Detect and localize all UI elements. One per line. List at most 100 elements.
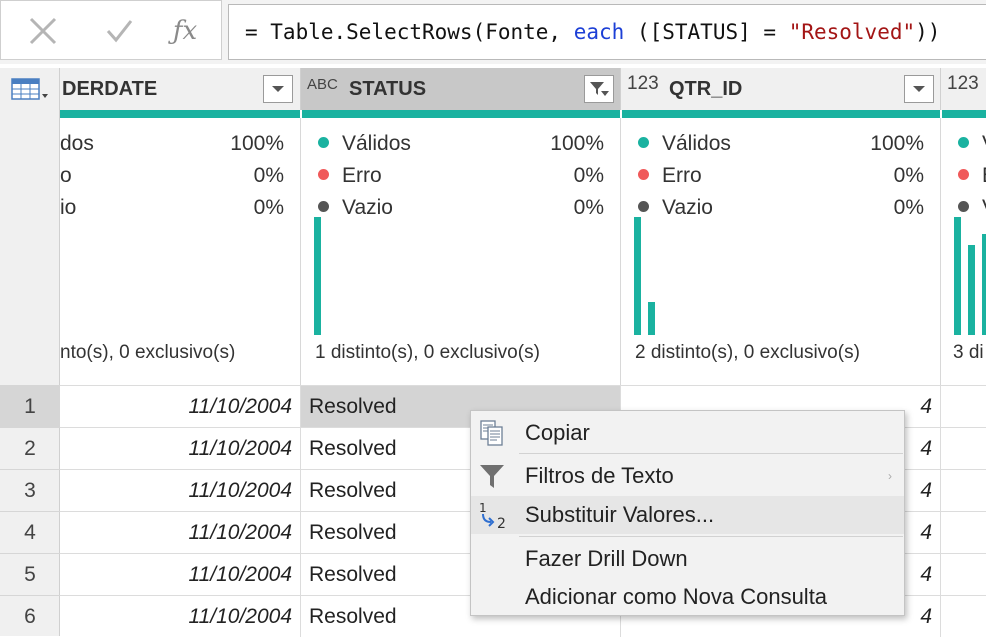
text-type-icon[interactable]: ABC: [307, 72, 338, 95]
column-dropdown-button[interactable]: [263, 75, 293, 103]
cell-orderdate[interactable]: 11/10/2004: [60, 553, 301, 595]
cell-next[interactable]: [941, 427, 986, 469]
distinct-count: 2 distinto(s), 0 exclusivo(s): [635, 342, 860, 363]
close-icon: [29, 17, 57, 45]
row-number[interactable]: 5: [0, 553, 60, 595]
row-number[interactable]: 3: [0, 469, 60, 511]
context-menu-item[interactable]: Filtros de Texto ›: [471, 457, 904, 495]
context-menu-item[interactable]: Fazer Drill Down: [471, 540, 904, 578]
fx-button[interactable]: ƒx: [161, 7, 209, 55]
column-header-next[interactable]: 123: [941, 68, 986, 110]
empty-row: V: [958, 192, 986, 224]
formula-middle: ([STATUS] =: [624, 20, 789, 44]
empty-label: io: [60, 196, 77, 219]
column-header-status[interactable]: ABC STATUS: [301, 68, 621, 110]
row-number[interactable]: 1: [0, 385, 60, 427]
table-icon: [11, 78, 48, 100]
valid-percent: 100%: [550, 132, 604, 155]
column-filter-button[interactable]: [584, 75, 614, 103]
context-menu-item-label: Adicionar como Nova Consulta: [525, 584, 828, 609]
chevron-down-icon: [272, 86, 284, 92]
histogram-bar[interactable]: [314, 217, 321, 335]
error-dot-icon: [638, 168, 649, 180]
column-header-orderdate[interactable]: DERDATE: [60, 68, 301, 110]
formula-input[interactable]: = Table.SelectRows(Fonte, each ([STATUS]…: [228, 4, 986, 60]
svg-text:2: 2: [497, 516, 506, 530]
histogram-bar[interactable]: [982, 234, 986, 335]
cell-orderdate[interactable]: 11/10/2004: [60, 427, 301, 469]
valid-percent: 100%: [870, 132, 924, 155]
svg-text:1: 1: [479, 501, 487, 515]
copy-icon: [477, 418, 511, 448]
cell-next[interactable]: [941, 553, 986, 595]
empty-row: Vazio: [638, 192, 713, 224]
formula-keyword: each: [573, 20, 625, 44]
distinct-count: 1 distinto(s), 0 exclusivo(s): [315, 342, 540, 363]
empty-row: Vazio: [318, 192, 393, 224]
valid-dot-icon: [318, 136, 329, 148]
distinct-count: nto(s), 0 exclusivo(s): [60, 342, 236, 363]
empty-dot-icon: [318, 200, 329, 212]
valid-label: Válidos: [342, 132, 411, 155]
quality-bar-orderdate: [60, 110, 300, 118]
column-title: QTR_ID: [669, 78, 743, 100]
valid-row: Válidos: [638, 128, 731, 160]
empty-label: Vazio: [342, 196, 393, 219]
filter-icon: [477, 461, 511, 491]
histogram-bar[interactable]: [954, 217, 961, 335]
row-number[interactable]: 6: [0, 595, 60, 637]
column-dropdown-button[interactable]: [904, 75, 934, 103]
error-label: Erro: [342, 164, 382, 187]
cell-orderdate[interactable]: 11/10/2004: [60, 511, 301, 553]
menu-separator: [519, 453, 903, 454]
column-title: DERDATE: [62, 78, 158, 100]
cancel-formula-button[interactable]: [19, 7, 67, 55]
cell-next[interactable]: [941, 469, 986, 511]
cell-next[interactable]: [941, 595, 986, 637]
formula-buttons: ƒx: [0, 0, 222, 60]
histogram-bar[interactable]: [634, 217, 641, 335]
error-percent: 0%: [253, 164, 284, 187]
empty-dot-icon: [958, 200, 969, 212]
context-menu-item-label: Copiar: [525, 420, 590, 445]
menu-separator: [519, 536, 903, 537]
row-number[interactable]: 2: [0, 427, 60, 469]
table-menu-button[interactable]: [11, 77, 51, 108]
column-title: STATUS: [349, 78, 427, 100]
cell-next[interactable]: [941, 511, 986, 553]
cell-orderdate[interactable]: 11/10/2004: [60, 469, 301, 511]
histogram-bar[interactable]: [968, 245, 975, 335]
column-profile-qtr-id: Válidos 100% Erro 0% Vazio 0% 2 distinto…: [621, 118, 941, 385]
context-menu-item[interactable]: Copiar: [471, 414, 904, 452]
column-profile-next: V E V 3 di: [941, 118, 986, 385]
valid-percent: 100%: [230, 132, 284, 155]
empty-dot-icon: [638, 200, 649, 212]
cell-orderdate[interactable]: 11/10/2004: [60, 385, 301, 427]
filter-active-icon: [590, 82, 609, 96]
cell-orderdate[interactable]: 11/10/2004: [60, 595, 301, 637]
formula-suffix: )): [915, 20, 941, 44]
confirm-formula-button[interactable]: [95, 7, 143, 55]
cell-next[interactable]: [941, 385, 986, 427]
submenu-arrow-icon: ›: [888, 469, 892, 483]
valid-label: Válidos: [662, 132, 731, 155]
column-profile-status: Válidos 100% Erro 0% Vazio 0% 1 distinto…: [301, 118, 621, 385]
empty-percent: 0%: [573, 196, 604, 219]
histogram-bar[interactable]: [648, 302, 655, 335]
valid-label: dos: [60, 132, 94, 155]
error-dot-icon: [318, 168, 329, 180]
empty-label: V: [982, 196, 986, 219]
quality-bar-next: [942, 110, 986, 118]
formula-string: "Resolved": [788, 20, 916, 44]
error-label: Erro: [662, 164, 702, 187]
type-label: 123: [947, 73, 979, 94]
fx-icon: ƒx: [172, 16, 198, 46]
type-label: 123: [627, 73, 659, 94]
row-number[interactable]: 4: [0, 511, 60, 553]
context-menu-item[interactable]: 1 2 Substituir Valores...: [471, 496, 904, 534]
number-type-icon[interactable]: 123: [627, 72, 659, 95]
column-header-qtr-id[interactable]: 123 QTR_ID: [621, 68, 941, 110]
context-menu-item[interactable]: Adicionar como Nova Consulta: [471, 578, 904, 616]
number-type-icon[interactable]: 123: [947, 72, 979, 95]
distinct-count: 3 di: [953, 342, 984, 363]
